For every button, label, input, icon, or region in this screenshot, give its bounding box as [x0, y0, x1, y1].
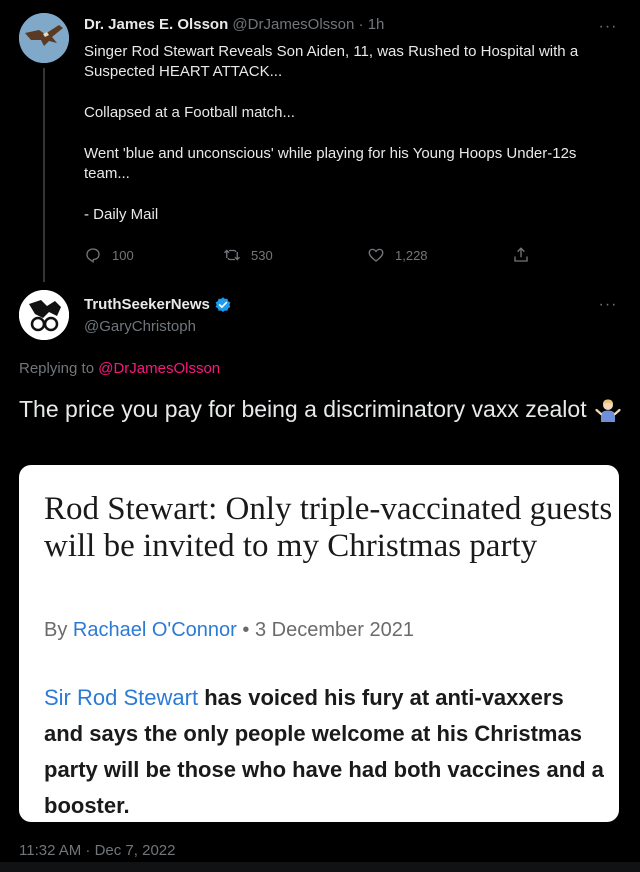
reply-button[interactable]: 100 [84, 246, 134, 264]
tweet-line: - Daily Mail [84, 206, 159, 223]
author-name[interactable]: Dr. James E. Olsson [84, 16, 228, 33]
more-icon[interactable]: ··· [598, 19, 618, 35]
tweet-line: Collapsed at a Football match... [84, 104, 295, 121]
replying-to: Replying to @DrJamesOlsson [19, 360, 220, 378]
tweet-thread: Dr. James E. Olsson @DrJamesOlsson · 1h … [0, 0, 640, 872]
tweet-line: Went 'blue and unconscious' while playin… [84, 145, 577, 182]
retweet-count: 530 [251, 247, 273, 263]
person-shrugging-emoji-icon [595, 397, 621, 423]
mention-link[interactable]: @DrJamesOlsson [98, 360, 220, 377]
tweet-timestamp[interactable]: 11:32 AM · Dec 7, 2022 [19, 842, 175, 860]
author-name-row: TruthSeekerNews [84, 296, 232, 314]
avatar[interactable] [19, 13, 69, 63]
replying-prefix: Replying to [19, 360, 95, 377]
article-author: Rachael O'Connor [72, 619, 237, 641]
thread-connector-line [43, 68, 45, 282]
article-headline: Rod Stewart: Only triple-vaccinated gues… [44, 491, 613, 564]
article-date: 3 December 2021 [254, 619, 414, 641]
article-lede: Sir Rod Stewart has voiced his fury at a… [44, 680, 604, 822]
retweet-button[interactable]: 530 [223, 246, 273, 264]
byline-prefix: By [44, 619, 68, 641]
article-image[interactable]: Rod Stewart: Only triple-vaccinated gues… [19, 465, 619, 822]
tweet-text-content: The price you pay for being a discrimina… [19, 396, 587, 422]
tweet-line: Singer Rod Stewart Reveals Son Aiden, 11… [84, 43, 579, 80]
verified-badge-icon [214, 296, 232, 314]
bottom-divider [0, 862, 640, 872]
heart-icon [367, 246, 385, 264]
retweet-icon [223, 246, 241, 264]
like-button[interactable]: 1,228 [367, 246, 428, 264]
lede-link: Sir Rod Stewart [44, 685, 199, 710]
tweet-actions: 100 530 1,228 [84, 246, 544, 266]
more-icon[interactable]: ··· [598, 297, 618, 313]
separator-dot: · [358, 16, 364, 33]
byline-separator: • [242, 619, 250, 641]
share-icon [512, 246, 530, 264]
tweet-header: Dr. James E. Olsson @DrJamesOlsson · 1h [84, 16, 384, 34]
tweet-time[interactable]: 1h [368, 16, 385, 33]
author-handle[interactable]: @DrJamesOlsson [232, 16, 354, 33]
article-byline: By Rachael O'Connor • 3 December 2021 [44, 618, 414, 642]
like-count: 1,228 [395, 247, 428, 263]
author-name[interactable]: TruthSeekerNews [84, 296, 210, 314]
author-handle[interactable]: @GaryChristoph [84, 318, 196, 336]
reply-icon [84, 246, 102, 264]
tweet-text: Singer Rod Stewart Reveals Son Aiden, 11… [84, 42, 614, 225]
tweet-text: The price you pay for being a discrimina… [19, 395, 629, 423]
reply-count: 100 [112, 247, 134, 263]
share-button[interactable] [512, 246, 530, 264]
avatar[interactable] [19, 290, 69, 340]
